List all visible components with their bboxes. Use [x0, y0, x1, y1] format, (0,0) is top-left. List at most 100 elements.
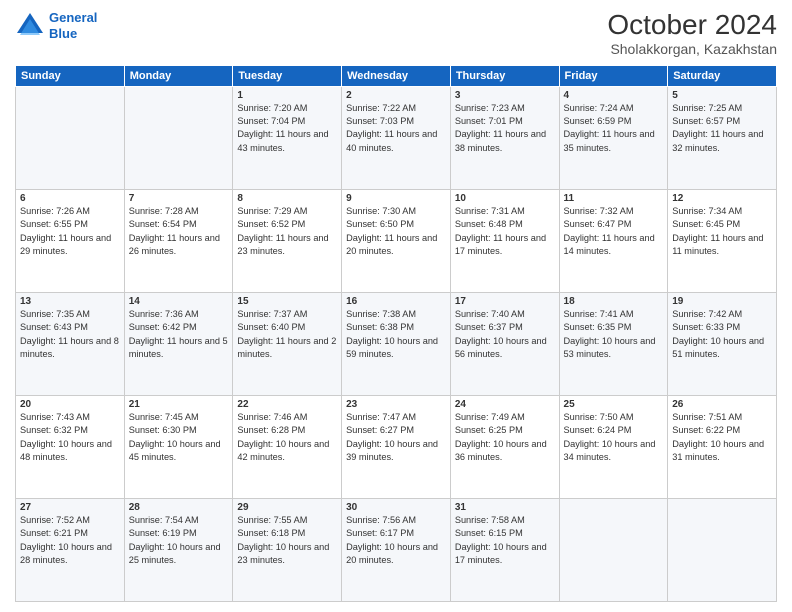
- calendar-cell: 21Sunrise: 7:45 AMSunset: 6:30 PMDayligh…: [124, 395, 233, 498]
- day-info: Sunrise: 7:35 AMSunset: 6:43 PMDaylight:…: [20, 308, 120, 361]
- day-info: Sunrise: 7:23 AMSunset: 7:01 PMDaylight:…: [455, 102, 555, 155]
- day-info: Sunrise: 7:55 AMSunset: 6:18 PMDaylight:…: [237, 514, 337, 567]
- day-number: 9: [346, 193, 446, 204]
- day-info: Sunrise: 7:26 AMSunset: 6:55 PMDaylight:…: [20, 205, 120, 258]
- day-info: Sunrise: 7:45 AMSunset: 6:30 PMDaylight:…: [129, 411, 229, 464]
- day-number: 18: [564, 296, 664, 307]
- day-number: 6: [20, 193, 120, 204]
- logo-text: General Blue: [49, 10, 97, 41]
- day-number: 14: [129, 296, 229, 307]
- calendar-cell: [16, 86, 125, 189]
- day-number: 24: [455, 399, 555, 410]
- day-info: Sunrise: 7:38 AMSunset: 6:38 PMDaylight:…: [346, 308, 446, 361]
- day-header-friday: Friday: [559, 65, 668, 86]
- calendar-cell: 15Sunrise: 7:37 AMSunset: 6:40 PMDayligh…: [233, 292, 342, 395]
- day-header-tuesday: Tuesday: [233, 65, 342, 86]
- day-info: Sunrise: 7:28 AMSunset: 6:54 PMDaylight:…: [129, 205, 229, 258]
- week-row-2: 6Sunrise: 7:26 AMSunset: 6:55 PMDaylight…: [16, 189, 777, 292]
- logo-line1: General: [49, 10, 97, 25]
- day-info: Sunrise: 7:41 AMSunset: 6:35 PMDaylight:…: [564, 308, 664, 361]
- day-number: 2: [346, 90, 446, 101]
- day-number: 7: [129, 193, 229, 204]
- day-info: Sunrise: 7:43 AMSunset: 6:32 PMDaylight:…: [20, 411, 120, 464]
- page: General Blue October 2024 Sholakkorgan, …: [0, 0, 792, 612]
- day-number: 4: [564, 90, 664, 101]
- day-number: 23: [346, 399, 446, 410]
- day-number: 13: [20, 296, 120, 307]
- calendar-cell: 3Sunrise: 7:23 AMSunset: 7:01 PMDaylight…: [450, 86, 559, 189]
- calendar-cell: 30Sunrise: 7:56 AMSunset: 6:17 PMDayligh…: [342, 498, 451, 601]
- calendar-cell: 24Sunrise: 7:49 AMSunset: 6:25 PMDayligh…: [450, 395, 559, 498]
- calendar-cell: 27Sunrise: 7:52 AMSunset: 6:21 PMDayligh…: [16, 498, 125, 601]
- calendar-cell: 8Sunrise: 7:29 AMSunset: 6:52 PMDaylight…: [233, 189, 342, 292]
- day-number: 31: [455, 502, 555, 513]
- logo: General Blue: [15, 10, 97, 41]
- day-info: Sunrise: 7:25 AMSunset: 6:57 PMDaylight:…: [672, 102, 772, 155]
- day-info: Sunrise: 7:46 AMSunset: 6:28 PMDaylight:…: [237, 411, 337, 464]
- week-row-5: 27Sunrise: 7:52 AMSunset: 6:21 PMDayligh…: [16, 498, 777, 601]
- location-subtitle: Sholakkorgan, Kazakhstan: [607, 41, 777, 57]
- logo-line2: Blue: [49, 26, 77, 41]
- day-number: 15: [237, 296, 337, 307]
- day-info: Sunrise: 7:54 AMSunset: 6:19 PMDaylight:…: [129, 514, 229, 567]
- calendar-cell: 5Sunrise: 7:25 AMSunset: 6:57 PMDaylight…: [668, 86, 777, 189]
- day-number: 11: [564, 193, 664, 204]
- day-info: Sunrise: 7:42 AMSunset: 6:33 PMDaylight:…: [672, 308, 772, 361]
- day-info: Sunrise: 7:30 AMSunset: 6:50 PMDaylight:…: [346, 205, 446, 258]
- day-number: 29: [237, 502, 337, 513]
- day-info: Sunrise: 7:22 AMSunset: 7:03 PMDaylight:…: [346, 102, 446, 155]
- day-number: 21: [129, 399, 229, 410]
- calendar-cell: 18Sunrise: 7:41 AMSunset: 6:35 PMDayligh…: [559, 292, 668, 395]
- day-number: 28: [129, 502, 229, 513]
- day-header-monday: Monday: [124, 65, 233, 86]
- calendar-cell: 19Sunrise: 7:42 AMSunset: 6:33 PMDayligh…: [668, 292, 777, 395]
- calendar-cell: 13Sunrise: 7:35 AMSunset: 6:43 PMDayligh…: [16, 292, 125, 395]
- day-header-thursday: Thursday: [450, 65, 559, 86]
- day-number: 10: [455, 193, 555, 204]
- calendar-cell: [124, 86, 233, 189]
- day-number: 16: [346, 296, 446, 307]
- calendar-cell: 14Sunrise: 7:36 AMSunset: 6:42 PMDayligh…: [124, 292, 233, 395]
- calendar-cell: 16Sunrise: 7:38 AMSunset: 6:38 PMDayligh…: [342, 292, 451, 395]
- calendar-cell: 6Sunrise: 7:26 AMSunset: 6:55 PMDaylight…: [16, 189, 125, 292]
- week-row-4: 20Sunrise: 7:43 AMSunset: 6:32 PMDayligh…: [16, 395, 777, 498]
- month-title: October 2024: [607, 10, 777, 41]
- day-number: 26: [672, 399, 772, 410]
- calendar-cell: 31Sunrise: 7:58 AMSunset: 6:15 PMDayligh…: [450, 498, 559, 601]
- calendar-cell: 28Sunrise: 7:54 AMSunset: 6:19 PMDayligh…: [124, 498, 233, 601]
- day-info: Sunrise: 7:24 AMSunset: 6:59 PMDaylight:…: [564, 102, 664, 155]
- day-number: 19: [672, 296, 772, 307]
- day-number: 5: [672, 90, 772, 101]
- calendar-cell: [668, 498, 777, 601]
- calendar-cell: 23Sunrise: 7:47 AMSunset: 6:27 PMDayligh…: [342, 395, 451, 498]
- calendar-cell: 1Sunrise: 7:20 AMSunset: 7:04 PMDaylight…: [233, 86, 342, 189]
- day-number: 22: [237, 399, 337, 410]
- day-info: Sunrise: 7:47 AMSunset: 6:27 PMDaylight:…: [346, 411, 446, 464]
- calendar-cell: 29Sunrise: 7:55 AMSunset: 6:18 PMDayligh…: [233, 498, 342, 601]
- calendar-header-row: SundayMondayTuesdayWednesdayThursdayFrid…: [16, 65, 777, 86]
- calendar-cell: 20Sunrise: 7:43 AMSunset: 6:32 PMDayligh…: [16, 395, 125, 498]
- day-number: 8: [237, 193, 337, 204]
- title-block: October 2024 Sholakkorgan, Kazakhstan: [607, 10, 777, 57]
- calendar-cell: 25Sunrise: 7:50 AMSunset: 6:24 PMDayligh…: [559, 395, 668, 498]
- day-header-sunday: Sunday: [16, 65, 125, 86]
- day-info: Sunrise: 7:50 AMSunset: 6:24 PMDaylight:…: [564, 411, 664, 464]
- day-info: Sunrise: 7:58 AMSunset: 6:15 PMDaylight:…: [455, 514, 555, 567]
- day-info: Sunrise: 7:56 AMSunset: 6:17 PMDaylight:…: [346, 514, 446, 567]
- day-number: 3: [455, 90, 555, 101]
- day-info: Sunrise: 7:51 AMSunset: 6:22 PMDaylight:…: [672, 411, 772, 464]
- calendar-cell: 26Sunrise: 7:51 AMSunset: 6:22 PMDayligh…: [668, 395, 777, 498]
- calendar-cell: 11Sunrise: 7:32 AMSunset: 6:47 PMDayligh…: [559, 189, 668, 292]
- day-info: Sunrise: 7:36 AMSunset: 6:42 PMDaylight:…: [129, 308, 229, 361]
- calendar-cell: 12Sunrise: 7:34 AMSunset: 6:45 PMDayligh…: [668, 189, 777, 292]
- calendar-table: SundayMondayTuesdayWednesdayThursdayFrid…: [15, 65, 777, 602]
- day-info: Sunrise: 7:49 AMSunset: 6:25 PMDaylight:…: [455, 411, 555, 464]
- calendar-cell: 17Sunrise: 7:40 AMSunset: 6:37 PMDayligh…: [450, 292, 559, 395]
- header: General Blue October 2024 Sholakkorgan, …: [15, 10, 777, 57]
- calendar-cell: 2Sunrise: 7:22 AMSunset: 7:03 PMDaylight…: [342, 86, 451, 189]
- day-info: Sunrise: 7:32 AMSunset: 6:47 PMDaylight:…: [564, 205, 664, 258]
- day-info: Sunrise: 7:52 AMSunset: 6:21 PMDaylight:…: [20, 514, 120, 567]
- day-number: 27: [20, 502, 120, 513]
- day-number: 1: [237, 90, 337, 101]
- day-header-saturday: Saturday: [668, 65, 777, 86]
